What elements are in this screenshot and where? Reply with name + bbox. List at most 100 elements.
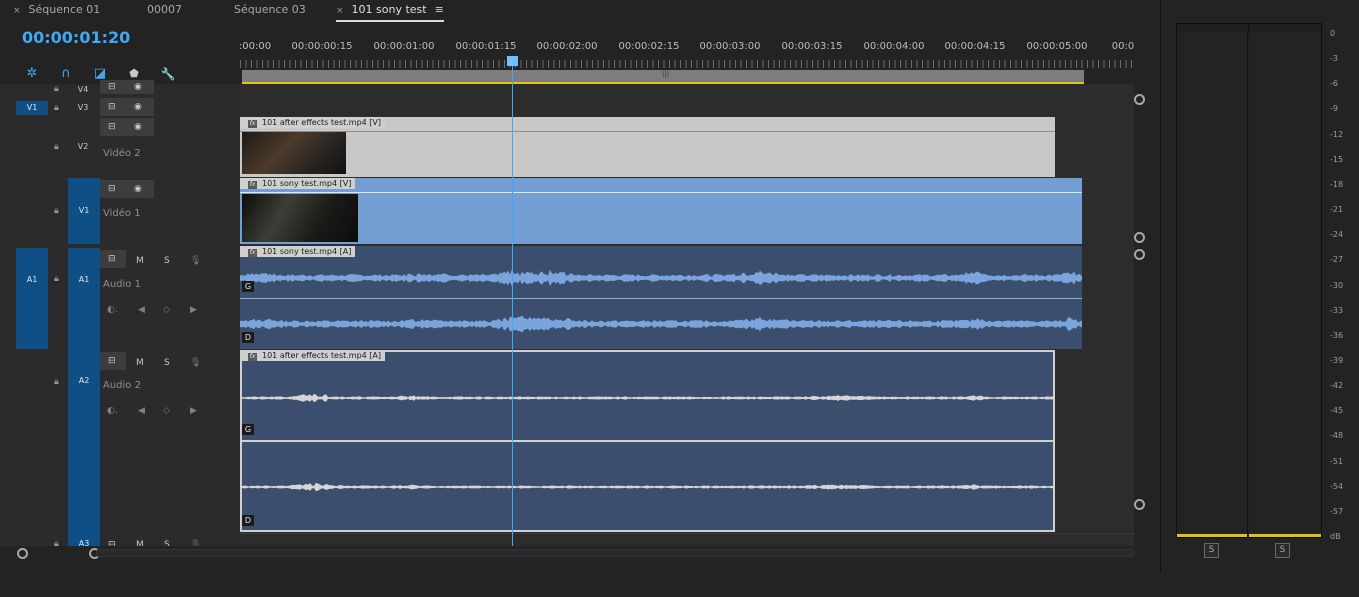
tab-101-sony-test[interactable]: × 101 sony test ≡ [336,0,444,22]
ruler-tick-label: 00:00:00:15 [291,41,353,52]
tab-sequence-01[interactable]: × Séquence 01 [13,0,100,20]
close-icon[interactable]: × [13,6,21,16]
toggle-sync-lock-icon[interactable]: ⊟ [108,180,116,198]
db-scale-label: -24 [1330,230,1344,240]
track-header-a2: 🔒︎ A2 ⊟ M S 🎙︎ Audio 2 ◐. ◀ ◇ ▶ [0,349,240,532]
toggle-sync-lock-icon[interactable]: ⊟ [108,78,116,96]
track-label-v1[interactable]: V1 [68,178,100,244]
add-keyframe-icon[interactable]: ◇ [163,406,170,416]
panel-menu-icon[interactable]: ≡ [435,3,444,16]
waveform-left-a1 [240,269,1082,287]
solo-button[interactable]: S [164,536,170,546]
track-header-v3: V1 🔒︎ V3 ⊟ ◉ [0,98,240,118]
clip-divider [240,131,1055,132]
toggle-sync-lock-icon[interactable]: ⊟ [108,536,116,546]
ruler-ticks [240,60,1134,68]
next-keyframe-icon[interactable]: ▶ [190,406,197,416]
solo-button[interactable]: S [164,354,170,372]
tab-00007[interactable]: 00007 [147,0,182,20]
next-keyframe-icon[interactable]: ▶ [190,305,197,315]
video-clip-v2[interactable]: fx 101 after effects test.mp4 [V] [240,117,1055,177]
work-area-grip[interactable]: ||| [662,70,669,78]
eye-icon[interactable]: ◉ [134,78,142,96]
zoom-knob-left[interactable] [17,548,28,559]
audio-meter [1176,23,1322,538]
microphone-icon[interactable]: 🎙︎ [190,536,201,546]
toggle-sync-lock-icon[interactable]: ⊟ [108,352,116,370]
track-header-a1: A1 🔒︎ A1 ⊟ M S 🎙︎ Audio 1 ◐. ◀ ◇ ▶ [0,248,240,349]
db-scale-label: -18 [1330,179,1344,189]
channel-divider [240,440,1055,442]
source-patch-a1[interactable]: A1 [16,248,48,349]
video-scroll-knob-top[interactable] [1134,94,1145,105]
audio-clip-a2[interactable]: fx 101 after effects test.mp4 [A] G D [240,350,1055,532]
clip-divider [240,192,1082,193]
keyframe-icon[interactable]: ◐. [107,305,118,315]
video-clip-v1[interactable]: fx 101 sony test.mp4 [V] [240,178,1082,244]
scroll-track[interactable] [96,549,1134,557]
eye-icon[interactable]: ◉ [134,118,142,136]
track-label-a1[interactable]: A1 [68,248,100,349]
track-name-v2[interactable]: Vidéo 2 [103,148,141,159]
source-patch-v1[interactable]: V1 [16,101,48,115]
tab-sequence-03[interactable]: Séquence 03 [234,0,306,20]
meter-solo-right-button[interactable]: S [1275,543,1290,558]
eye-icon[interactable]: ◉ [134,98,142,116]
track-name-v1[interactable]: Vidéo 1 [103,208,141,219]
meter-level-left [1177,534,1247,537]
lock-icon[interactable]: 🔒︎ [54,539,62,546]
toggle-sync-lock-icon[interactable]: ⊟ [108,250,116,268]
work-area-bar[interactable]: ||| [242,70,1084,84]
track-name-a2[interactable]: Audio 2 [103,380,141,391]
toggle-sync-lock-icon[interactable]: ⊟ [108,118,116,136]
linked-selection-icon[interactable]: ∩ [58,66,74,82]
audio-scroll-knob-bottom[interactable] [1134,499,1145,510]
track-name-a1[interactable]: Audio 1 [103,279,141,290]
close-icon[interactable]: × [336,6,344,16]
toggle-sync-lock-icon[interactable]: ⊟ [108,98,116,116]
clip-label: fx 101 after effects test.mp4 [V] [240,117,386,128]
microphone-icon[interactable]: 🎙︎ [190,354,201,372]
vertical-scrollbar[interactable] [1134,84,1146,546]
lock-icon[interactable]: 🔒︎ [54,377,62,387]
track-lane-v3[interactable] [240,84,1134,117]
lock-icon[interactable]: 🔒︎ [54,142,62,152]
audio-clip-a1[interactable]: fx 101 sony test.mp4 [A] G D [240,246,1082,349]
playhead-handle[interactable] [507,56,518,66]
horizontal-scrollbar[interactable] [0,546,1158,572]
clip-thumbnail [242,194,358,242]
mute-button[interactable]: M [136,536,144,546]
previous-keyframe-icon[interactable]: ◀ [138,305,145,315]
db-scale-label: -12 [1330,129,1344,139]
meter-solo-left-button[interactable]: S [1204,543,1219,558]
db-scale-label: -6 [1330,79,1338,89]
track-label-v3[interactable]: V3 [72,103,94,112]
ruler-tick-label: 00:00:01:00 [373,41,435,52]
channel-badge-left: G [242,281,254,292]
track-label-a3[interactable]: A3 [68,532,100,546]
mute-button[interactable]: M [136,252,144,270]
track-label-a2[interactable]: A2 [68,349,100,532]
lock-icon[interactable]: 🔒︎ [54,103,62,113]
microphone-icon[interactable]: 🎙︎ [190,252,201,270]
lock-icon[interactable]: 🔒︎ [54,84,62,94]
playhead-timecode[interactable]: 00:00:01:20 [22,28,130,47]
track-label-v4[interactable]: V4 [72,85,94,94]
mute-button[interactable]: M [136,354,144,372]
playhead-line[interactable] [512,64,513,546]
tracks-area[interactable]: fx 101 after effects test.mp4 [V] fx 101 s… [240,84,1134,546]
video-scroll-knob-bottom[interactable] [1134,232,1145,243]
solo-button[interactable]: S [164,252,170,270]
track-headers: 🔒︎ V4 ⊟ ◉ V1 🔒︎ V3 ⊟ ◉ ⊟ ◉ 🔒︎ V2 Vidéo 2… [0,80,240,546]
add-keyframe-icon[interactable]: ◇ [163,305,170,315]
keyframe-icon[interactable]: ◐. [107,406,118,416]
lock-icon[interactable]: 🔒︎ [54,274,62,284]
track-label-v2[interactable]: V2 [72,142,94,151]
snap-icon[interactable]: ✲ [24,66,40,82]
time-ruler[interactable]: :00:00 00:00:00:15 00:00:01:00 00:00:01:… [239,36,1134,84]
previous-keyframe-icon[interactable]: ◀ [138,406,145,416]
audio-scroll-knob-top[interactable] [1134,249,1145,260]
eye-icon[interactable]: ◉ [134,180,142,198]
wrench-icon[interactable]: 🔧 [160,66,176,82]
lock-icon[interactable]: 🔒︎ [54,206,62,216]
